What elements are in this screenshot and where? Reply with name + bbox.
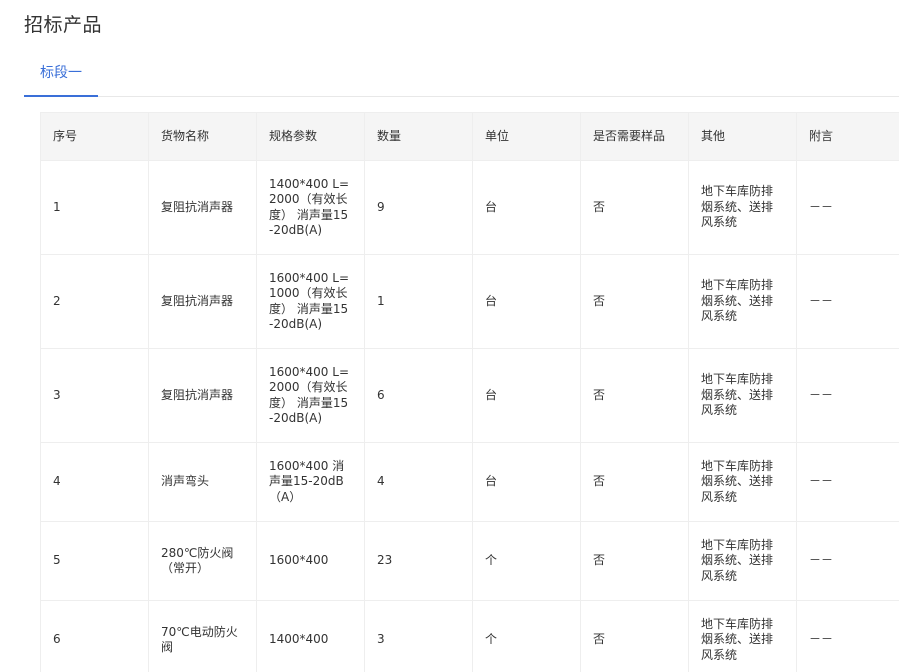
cell-unit: 个 [472, 600, 581, 672]
page-title: 招标产品 [24, 14, 103, 36]
cell-remark: －－ [796, 442, 899, 522]
cell-spec: 1400*400 L=2000（有效长度） 消声量15-20dB(A) [256, 160, 365, 255]
cell-unit: 台 [472, 442, 581, 522]
cell-other: 地下车库防排烟系统、送排风系统 [688, 254, 797, 349]
cell-index: 5 [40, 521, 149, 601]
header-other: 其他 [688, 112, 797, 161]
header-index: 序号 [40, 112, 149, 161]
cell-index: 6 [40, 600, 149, 672]
cell-spec: 1600*400 [256, 521, 365, 601]
cell-sample-required: 否 [580, 160, 689, 255]
cell-remark: －－ [796, 160, 899, 255]
cell-sample-required: 否 [580, 348, 689, 443]
cell-other: 地下车库防排烟系统、送排风系统 [688, 600, 797, 672]
cell-remark: －－ [796, 254, 899, 349]
table-row: 2 复阻抗消声器 1600*400 L=1000（有效长度） 消声量15-20d… [40, 254, 899, 349]
cell-sample-required: 否 [580, 521, 689, 601]
tab-lot-one[interactable]: 标段一 [24, 55, 98, 97]
cell-goods-name: 复阻抗消声器 [148, 254, 257, 349]
cell-quantity: 9 [364, 160, 473, 255]
cell-goods-name: 70℃电动防火阀 [148, 600, 257, 672]
cell-remark: －－ [796, 600, 899, 672]
header-unit: 单位 [472, 112, 581, 161]
cell-quantity: 3 [364, 600, 473, 672]
cell-goods-name: 复阻抗消声器 [148, 348, 257, 443]
cell-goods-name: 消声弯头 [148, 442, 257, 522]
table-row: 3 复阻抗消声器 1600*400 L=2000（有效长度） 消声量15-20d… [40, 348, 899, 443]
cell-index: 2 [40, 254, 149, 349]
cell-spec: 1400*400 [256, 600, 365, 672]
cell-sample-required: 否 [580, 254, 689, 349]
cell-quantity: 6 [364, 348, 473, 443]
table-header-row: 序号 货物名称 规格参数 数量 单位 是否需要样品 其他 附言 [40, 112, 899, 161]
products-table: 序号 货物名称 规格参数 数量 单位 是否需要样品 其他 附言 1 复阻抗消声器… [40, 112, 899, 672]
cell-other: 地下车库防排烟系统、送排风系统 [688, 521, 797, 601]
cell-quantity: 4 [364, 442, 473, 522]
cell-index: 3 [40, 348, 149, 443]
cell-remark: －－ [796, 521, 899, 601]
cell-other: 地下车库防排烟系统、送排风系统 [688, 348, 797, 443]
cell-goods-name: 复阻抗消声器 [148, 160, 257, 255]
tab-bar: 标段一 [24, 55, 899, 97]
cell-remark: －－ [796, 348, 899, 443]
cell-unit: 台 [472, 348, 581, 443]
cell-goods-name: 280℃防火阀（常开） [148, 521, 257, 601]
header-remark: 附言 [796, 112, 899, 161]
cell-spec: 1600*400 L=2000（有效长度） 消声量15-20dB(A) [256, 348, 365, 443]
header-goods-name: 货物名称 [148, 112, 257, 161]
cell-spec: 1600*400 L=1000（有效长度） 消声量15-20dB(A) [256, 254, 365, 349]
cell-unit: 个 [472, 521, 581, 601]
cell-sample-required: 否 [580, 442, 689, 522]
header-quantity: 数量 [364, 112, 473, 161]
cell-quantity: 23 [364, 521, 473, 601]
page: 招标产品 标段一 序号 货物名称 规格参数 数量 单位 是否需要样品 其他 附言… [0, 0, 899, 672]
header-sample-required: 是否需要样品 [580, 112, 689, 161]
cell-unit: 台 [472, 254, 581, 349]
cell-quantity: 1 [364, 254, 473, 349]
cell-unit: 台 [472, 160, 581, 255]
products-table-container: 序号 货物名称 规格参数 数量 单位 是否需要样品 其他 附言 1 复阻抗消声器… [40, 112, 899, 672]
cell-other: 地下车库防排烟系统、送排风系统 [688, 160, 797, 255]
table-row: 1 复阻抗消声器 1400*400 L=2000（有效长度） 消声量15-20d… [40, 160, 899, 255]
table-row: 6 70℃电动防火阀 1400*400 3 个 否 地下车库防排烟系统、送排风系… [40, 600, 899, 672]
cell-other: 地下车库防排烟系统、送排风系统 [688, 442, 797, 522]
table-row: 4 消声弯头 1600*400 消声量15-20dB（A） 4 台 否 地下车库… [40, 442, 899, 522]
cell-index: 1 [40, 160, 149, 255]
cell-index: 4 [40, 442, 149, 522]
cell-sample-required: 否 [580, 600, 689, 672]
cell-spec: 1600*400 消声量15-20dB（A） [256, 442, 365, 522]
header-spec: 规格参数 [256, 112, 365, 161]
table-row: 5 280℃防火阀（常开） 1600*400 23 个 否 地下车库防排烟系统、… [40, 521, 899, 601]
